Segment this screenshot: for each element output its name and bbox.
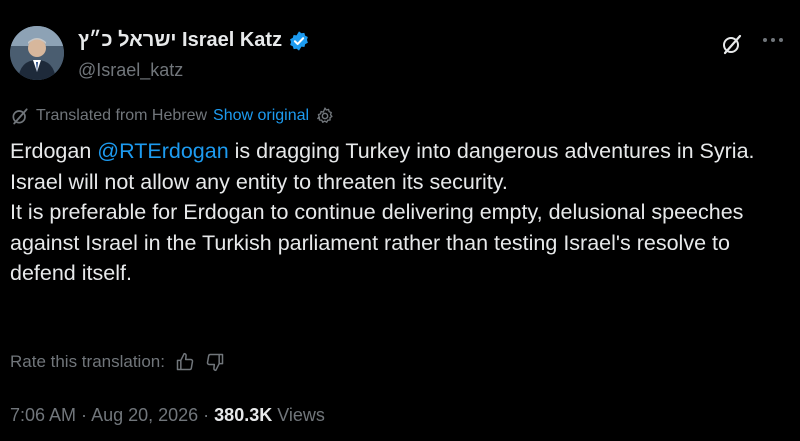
grok-small-icon bbox=[10, 106, 30, 126]
more-icon[interactable] bbox=[760, 28, 786, 52]
translation-notice: Translated from Hebrew Show original bbox=[10, 106, 335, 126]
author-handle[interactable]: @Israel_katz bbox=[78, 60, 183, 81]
meta-separator: · bbox=[198, 405, 215, 425]
verified-badge-icon bbox=[288, 30, 310, 52]
avatar[interactable] bbox=[10, 26, 64, 80]
tweet-body: Erdogan @RTErdogan is dragging Turkey in… bbox=[10, 136, 780, 289]
tweet-paragraph-3: It is preferable for Erdogan to continue… bbox=[10, 200, 744, 285]
display-name[interactable]: ישראל כ״ץ Israel Katz bbox=[78, 29, 282, 52]
tweet-time[interactable]: 7:06 AM bbox=[10, 405, 76, 425]
rate-translation: Rate this translation: bbox=[10, 352, 225, 372]
tweet-text-suffix: is dragging Turkey into dangerous advent… bbox=[228, 139, 755, 163]
gear-icon[interactable] bbox=[315, 106, 335, 126]
views-count: 380.3K bbox=[214, 405, 273, 425]
mention-link[interactable]: @RTErdogan bbox=[97, 139, 228, 163]
rate-label: Rate this translation: bbox=[10, 352, 165, 371]
tweet-paragraph-1: Erdogan @RTErdogan is dragging Turkey in… bbox=[10, 136, 780, 167]
tweet-paragraph-2: Israel will not allow any entity to thre… bbox=[10, 169, 508, 194]
show-original-link[interactable]: Show original bbox=[213, 107, 309, 125]
thumbs-down-icon[interactable] bbox=[205, 352, 225, 372]
person-photo-icon bbox=[10, 26, 64, 80]
views-label: Views bbox=[272, 405, 325, 425]
thumbs-up-icon[interactable] bbox=[175, 352, 195, 372]
tweet-text-prefix: Erdogan bbox=[10, 139, 98, 163]
tweet-meta: 7:06 AM · Aug 20, 2026 · 380.3K Views bbox=[10, 405, 325, 426]
translation-label: Translated from Hebrew bbox=[36, 107, 208, 124]
grok-icon[interactable] bbox=[720, 32, 744, 56]
meta-separator: · bbox=[76, 405, 92, 425]
tweet-header: ישראל כ״ץ Israel Katz @Israel_katz bbox=[10, 20, 786, 84]
author-name-row[interactable]: ישראל כ״ץ Israel Katz bbox=[78, 29, 310, 52]
tweet-date[interactable]: Aug 20, 2026 bbox=[91, 405, 198, 425]
